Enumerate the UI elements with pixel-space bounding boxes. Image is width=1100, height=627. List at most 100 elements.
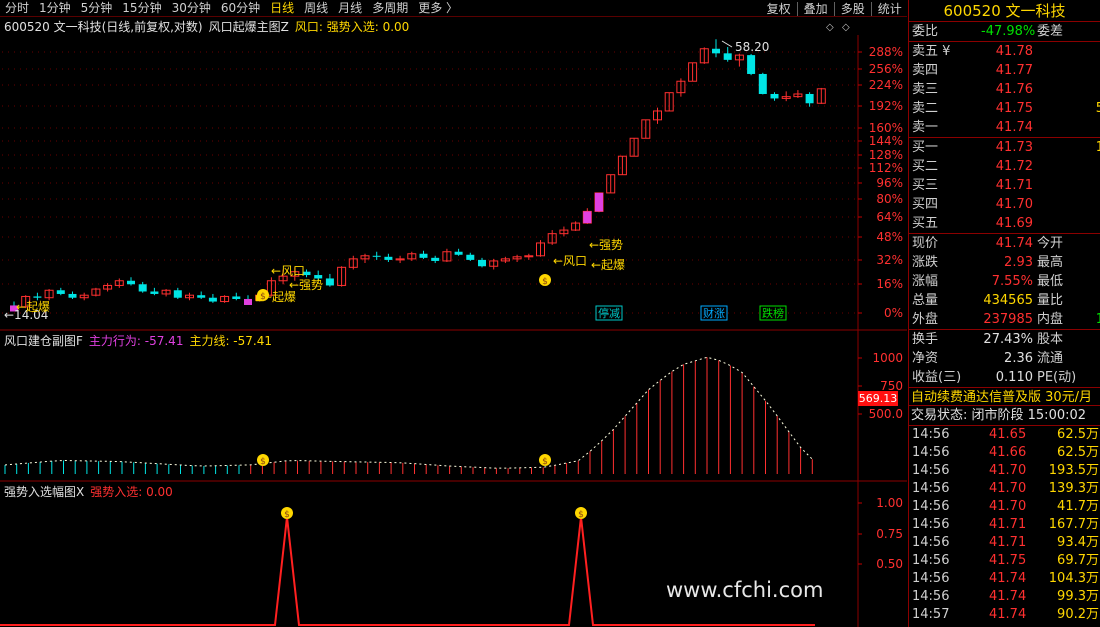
period-tab[interactable]: 周线 xyxy=(299,0,333,16)
sub-pane1-title: 风口建仓副图F 主力行为: -57.41 主力线: -57.41 xyxy=(4,332,278,349)
toolbar-divider xyxy=(870,1,872,16)
event-label: 停减 xyxy=(598,306,620,320)
quote-row-value: 41.73 xyxy=(995,140,1033,155)
event-label: 跌榜 xyxy=(762,306,784,320)
tick-time: 14:56 xyxy=(912,589,950,604)
tick-volume: 90.2万 xyxy=(1057,607,1099,622)
sub-pane1-line1: 主力行为: -57.41 xyxy=(88,334,184,348)
chart-area[interactable]: 288% 256% 224% 192% 160% 144% 128% 112% 96% 80% 64… xyxy=(0,17,907,627)
period-tab[interactable]: 多周期 xyxy=(367,0,413,16)
tick-price: 41.74 xyxy=(989,571,1027,586)
period-tab[interactable]: 5分钟 xyxy=(76,0,118,16)
quote-row-value: 434565 xyxy=(983,293,1033,308)
period-tab[interactable]: 月线 xyxy=(333,0,367,16)
main-pane-indicator[interactable]: 风口起爆主图Z xyxy=(209,20,289,34)
toolbar-button[interactable]: 统计 xyxy=(873,1,907,17)
quote-row-value: 41.74 xyxy=(995,120,1033,135)
kline-chart-svg[interactable]: 288% 256% 224% 192% 160%144%128%112%96% 80% 64… xyxy=(0,17,907,627)
period-tab[interactable]: 日线 xyxy=(265,0,299,16)
tick-volume: 93.4万 xyxy=(1057,535,1099,550)
toolbar-button[interactable]: 叠加 xyxy=(799,1,833,17)
quote-row-value: 41.76 xyxy=(995,82,1033,97)
y-tick-label: 0.75 xyxy=(876,527,903,541)
quote-row-label: 买一 xyxy=(912,140,939,155)
period-tab[interactable]: 60分钟 xyxy=(216,0,265,16)
quote-row: 卖二 41.75 5 xyxy=(909,99,1100,118)
signal-annotation: ←起爆 xyxy=(16,300,50,314)
main-pane-title: 600520 文一科技(日线,前复权,对数) 风口起爆主图Z 风口: 强势入选: 0… xyxy=(4,18,415,35)
high-price-label: 58.20 xyxy=(735,40,769,54)
quote-row: 换手 27.43% 股本 xyxy=(909,330,1100,349)
quote-row-label: 卖五 ¥ xyxy=(912,44,951,59)
quote-row-label: 换手 xyxy=(912,332,939,347)
money-bag-icon: $ xyxy=(260,292,266,302)
toolbar-button[interactable]: 多股 xyxy=(836,1,870,17)
candle-body xyxy=(758,73,767,94)
quote-panel: 600520 文一科技 委比 -47.98% 委差 卖五 ¥ 41.78 卖四 41.… xyxy=(908,0,1100,627)
weibi-row: 委比 -47.98% 委差 xyxy=(909,22,1100,41)
quote-row-label: 收益(三) xyxy=(912,370,962,385)
period-tab[interactable]: 分时 xyxy=(0,0,34,16)
sub-pane1-name[interactable]: 风口建仓副图F xyxy=(4,334,83,348)
y-tick-label: 1000 xyxy=(872,351,903,365)
quote-row-label: 卖二 xyxy=(912,101,939,116)
y-tick-label: 48% xyxy=(876,230,903,244)
candle-body xyxy=(173,290,182,298)
candle-body xyxy=(712,48,720,54)
quote-row: 卖四 41.77 xyxy=(909,61,1100,80)
quote-row: 买一 41.73 1 xyxy=(909,138,1100,157)
toolbar-button[interactable]: 复权 xyxy=(762,1,796,17)
tick-volume: 41.7万 xyxy=(1057,499,1099,514)
y-tick-label: 750 xyxy=(880,379,903,393)
main-pane-stock: 600520 文一科技(日线,前复权,对数) xyxy=(4,20,203,34)
tick-time: 14:56 xyxy=(912,445,950,460)
y-tick-label: 128% xyxy=(869,148,903,162)
period-tab[interactable]: 15分钟 xyxy=(117,0,166,16)
period-tab[interactable]: 30分钟 xyxy=(167,0,216,16)
quote-row-value: 0.110 xyxy=(995,370,1033,385)
tick-row: 14:56 41.71 167.7万 xyxy=(909,516,1100,534)
quote-row: 买二 41.72 xyxy=(909,157,1100,176)
quote-row: 卖三 41.76 xyxy=(909,80,1100,99)
quote-row-label2: PE(动) xyxy=(1037,370,1077,385)
quote-row: 收益(三) 0.110 PE(动) xyxy=(909,368,1100,387)
toolbar-divider xyxy=(796,1,798,16)
money-bag-icon: $ xyxy=(578,510,584,520)
tick-price: 41.65 xyxy=(989,427,1027,442)
candle-body xyxy=(372,255,381,257)
quote-row-label: 买五 xyxy=(912,216,939,231)
toolbar-divider xyxy=(833,1,835,16)
quote-row-value2: 1 xyxy=(1096,138,1100,157)
tick-volume: 167.7万 xyxy=(1048,517,1099,532)
candle-body xyxy=(454,251,463,255)
tick-row: 14:56 41.70 193.5万 xyxy=(909,462,1100,480)
period-tab[interactable]: 更多 〉 xyxy=(413,0,463,16)
candle-body xyxy=(197,295,206,298)
candle-body xyxy=(419,253,428,258)
tick-volume: 99.3万 xyxy=(1057,589,1099,604)
quote-row-label2: 最高 xyxy=(1037,255,1064,270)
quote-stock-title: 600520 文一科技 xyxy=(909,0,1100,22)
quote-row-label: 外盘 xyxy=(912,312,939,327)
tick-row: 14:56 41.66 62.5万 xyxy=(909,444,1100,462)
promo-banner[interactable]: 自动续费通达信普及版 30元/月 xyxy=(909,387,1100,406)
quote-row-value: 2.93 xyxy=(1004,255,1033,270)
quote-row: 卖五 ¥ 41.78 xyxy=(909,42,1100,61)
quote-row-label2: 量比 xyxy=(1037,293,1064,308)
quote-row-label: 买二 xyxy=(912,159,939,174)
pane-option-icon: ◇ xyxy=(826,22,834,33)
tick-volume: 62.5万 xyxy=(1057,427,1099,442)
candle-body xyxy=(770,93,779,99)
y-tick-label: 64% xyxy=(876,210,903,224)
sub-pane1-line2: 主力线: -57.41 xyxy=(189,334,272,348)
tick-list: 14:56 41.65 62.5万 14:56 41.66 62.5万 14:56 41.70… xyxy=(909,425,1100,624)
buy-orders: 买一 41.73 1 买二 41.72 买三 41.71 买四 41.70 买五 41.69 xyxy=(909,137,1100,233)
period-tab[interactable]: 1分钟 xyxy=(34,0,76,16)
tick-price: 41.75 xyxy=(989,553,1027,568)
sub-pane2-name[interactable]: 强势入选幅图X xyxy=(4,485,84,499)
tick-volume: 62.5万 xyxy=(1057,445,1099,460)
quote-row-value: 41.71 xyxy=(995,178,1033,193)
money-bag-icon: $ xyxy=(284,510,290,520)
quote-row: 买三 41.71 xyxy=(909,176,1100,195)
candle-body xyxy=(747,55,756,74)
